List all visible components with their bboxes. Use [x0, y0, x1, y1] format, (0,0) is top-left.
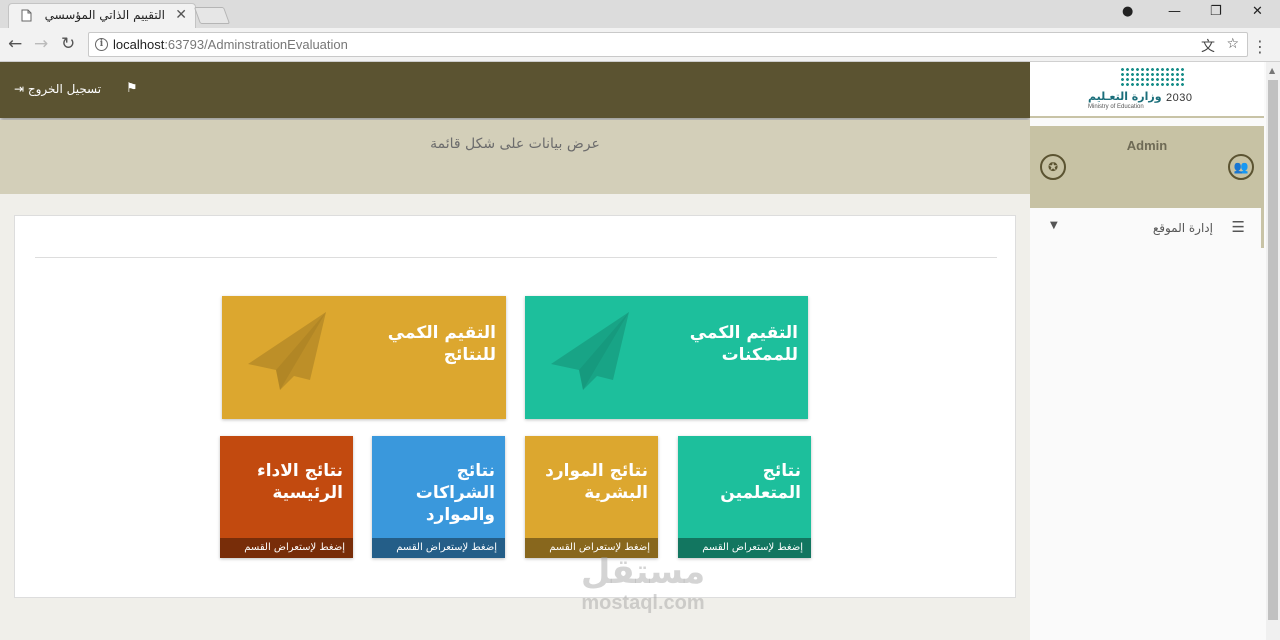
sliders-icon: ☰ [1231, 218, 1245, 236]
logo-vision-2030: 2030 [1166, 92, 1193, 104]
browser-tab-strip: التقييم الذاتي المؤسسي ✕ ● — ❐ ✕ [0, 0, 1280, 28]
url-host: localhost [113, 37, 165, 52]
tile-human-resources-results[interactable]: نتائج الموارد البشرية إضغط لإستعراض القس… [525, 436, 658, 558]
tile-footer: إضغط لإستعراض القسم [372, 538, 505, 558]
watermark-arabic: مستقل [580, 552, 706, 592]
flag-icon[interactable]: ⚑ [126, 81, 138, 96]
tab-title: التقييم الذاتي المؤسسي [44, 8, 165, 22]
scroll-up-arrow-icon[interactable]: ▲ [1269, 66, 1275, 75]
paper-plane-icon [551, 312, 629, 390]
bookmark-star-icon[interactable]: ☆ [1226, 36, 1239, 52]
tile-title: التقيم الكمي للممكنات [689, 323, 798, 365]
tile-key-performance-results[interactable]: نتائج الاداء الرئيسية إضغط لإستعراض القس… [220, 436, 353, 558]
paper-plane-icon [248, 312, 326, 390]
tile-quantitative-enablers[interactable]: التقيم الكمي للممكنات [525, 296, 808, 419]
user-name: Admin [1126, 138, 1168, 153]
sidebar-item-label: إدارة الموقع [1152, 221, 1213, 235]
logo-english: Ministry of Education [1088, 104, 1144, 110]
tile-title: نتائج الموارد البشرية [545, 461, 648, 503]
main-panel: التقيم الكمي للنتائج التقيم الكمي للممكن… [14, 215, 1016, 598]
back-arrow-icon[interactable]: ← [8, 34, 22, 54]
new-tab-button[interactable] [193, 7, 231, 24]
tile-title: نتائج الشراكات والموارد [415, 461, 495, 525]
tile-learners-results[interactable]: نتائج المتعلمين إضغط لإستعراض القسم [678, 436, 811, 558]
url-text[interactable]: localhost:63793/AdminstrationEvaluation [113, 37, 348, 52]
badge-icon[interactable]: ✪ [1040, 154, 1066, 180]
ministry-logo: وزارة التعـليم Ministry of Education 203… [1030, 62, 1264, 118]
page-icon [21, 9, 32, 22]
page-subtitle: عرض بيانات على شكل قائمة [430, 136, 600, 152]
window-close-icon[interactable]: ✕ [1252, 4, 1263, 19]
app-header: تسجيل الخروج ⇥ ⚑ [0, 62, 1030, 118]
browser-menu-icon[interactable]: ⋮ [1252, 37, 1268, 56]
scrollbar[interactable]: ▲ [1266, 62, 1280, 640]
url-path: :63793/AdminstrationEvaluation [164, 37, 348, 52]
tile-title: نتائج الاداء الرئيسية [257, 461, 343, 503]
address-bar[interactable]: i localhost:63793/AdminstrationEvaluatio… [88, 32, 1248, 57]
info-icon[interactable]: i [95, 38, 108, 51]
user-panel: Admin ✪ 👥 [1030, 126, 1264, 208]
logout-icon: ⇥ [14, 82, 25, 96]
watermark: مستقل mostaql.com [558, 552, 728, 614]
tile-title: نتائج المتعلمين [720, 461, 801, 503]
reload-icon[interactable]: ↻ [61, 34, 75, 54]
forward-arrow-icon[interactable]: → [34, 34, 48, 54]
page-subheader: عرض بيانات على شكل قائمة [0, 120, 1030, 194]
logo-dots-graphic [1120, 67, 1184, 87]
translate-icon[interactable]: 文 [1201, 36, 1215, 56]
tile-title: التقيم الكمي للنتائج [387, 323, 496, 365]
profile-icon[interactable]: ● [1122, 4, 1133, 19]
logout-link[interactable]: تسجيل الخروج ⇥ [14, 82, 101, 96]
logo-arabic: وزارة التعـليم [1088, 90, 1162, 103]
watermark-english: mostaql.com [581, 592, 705, 614]
tile-quantitative-results[interactable]: التقيم الكمي للنتائج [222, 296, 506, 419]
caret-down-icon: ▼ [1050, 220, 1058, 231]
sidebar: وزارة التعـليم Ministry of Education 203… [1030, 62, 1280, 640]
divider [35, 257, 997, 258]
users-icon[interactable]: 👥 [1228, 154, 1254, 180]
browser-toolbar: ← → ↻ i localhost:63793/AdminstrationEva… [0, 28, 1280, 62]
logout-label: تسجيل الخروج [27, 82, 102, 96]
sidebar-item-site-management[interactable]: ☰ إدارة الموقع ▼ [1030, 208, 1264, 248]
scrollbar-thumb[interactable] [1268, 80, 1278, 620]
tab-close-icon[interactable]: ✕ [175, 7, 187, 23]
restore-icon[interactable]: ❐ [1210, 4, 1222, 19]
tile-partnerships-resources-results[interactable]: نتائج الشراكات والموارد إضغط لإستعراض ال… [372, 436, 505, 558]
minimize-icon[interactable]: — [1168, 4, 1181, 19]
tile-footer: إضغط لإستعراض القسم [220, 538, 353, 558]
browser-tab[interactable]: التقييم الذاتي المؤسسي ✕ [8, 3, 196, 28]
